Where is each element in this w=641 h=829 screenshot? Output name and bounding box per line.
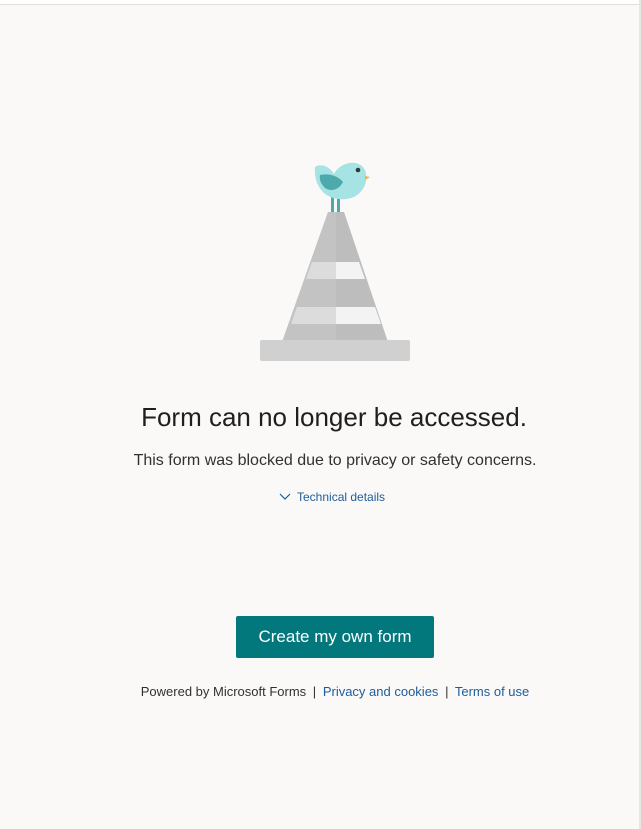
technical-details-toggle[interactable]: Technical details bbox=[279, 488, 385, 506]
powered-by-text: Powered by Microsoft Forms bbox=[140, 684, 307, 699]
chevron-down-icon bbox=[279, 493, 291, 500]
footer-separator: | bbox=[445, 684, 449, 699]
footer-separator: | bbox=[312, 684, 317, 699]
blocked-message: This form was blocked due to privacy or … bbox=[133, 452, 537, 469]
top-border bbox=[0, 0, 641, 5]
technical-details-label: Technical details bbox=[297, 490, 386, 504]
create-my-own-form-button[interactable]: Create my own form bbox=[236, 616, 434, 658]
privacy-cookies-link[interactable]: Privacy and cookies bbox=[323, 684, 439, 699]
footer: Powered by Microsoft Forms | Privacy and… bbox=[0, 683, 641, 701]
blocked-cone-bird-icon bbox=[260, 162, 410, 361]
page-title: Form can no longer be accessed. bbox=[141, 402, 527, 432]
terms-of-use-link[interactable]: Terms of use bbox=[455, 684, 529, 699]
